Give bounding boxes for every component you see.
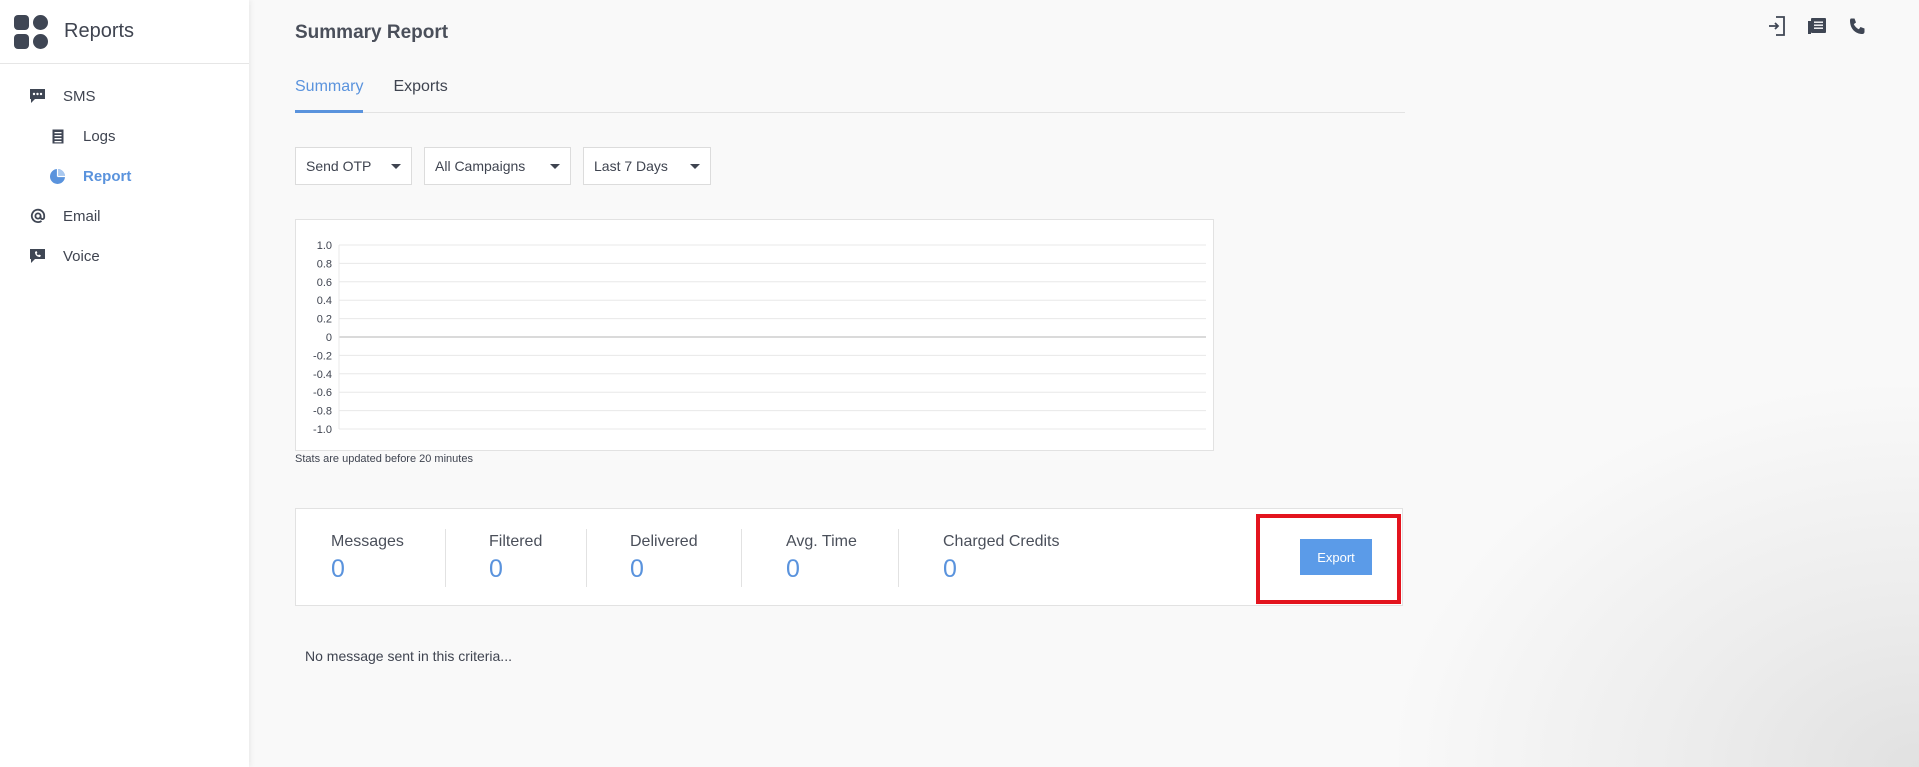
stat-delivered: Delivered 0 [630, 533, 698, 583]
chart-y-tick-label: 1.0 [317, 240, 332, 252]
tab-summary[interactable]: Summary [295, 70, 364, 113]
notes-icon[interactable] [1807, 16, 1827, 36]
sidebar-item-label: Report [83, 167, 132, 185]
campaign-select-value: All Campaigns [435, 158, 526, 174]
chart-y-tick-label: 0.2 [317, 314, 332, 326]
chart-note: Stats are updated before 20 minutes [295, 453, 473, 465]
stat-value: 0 [331, 555, 345, 583]
chart-y-tick-label: 0 [326, 332, 332, 344]
stat-label: Charged Credits [943, 533, 1060, 550]
stat-divider [898, 529, 899, 587]
pie-chart-icon [49, 168, 66, 185]
stat-charged-credits: Charged Credits 0 [943, 533, 1060, 583]
sidebar-item-label: Voice [63, 247, 100, 265]
chart-container: 1.0 0.8 0.6 0.4 0.2 0 -0.2 -0.4 -0.6 -0.8 -1.0 [295, 219, 1214, 451]
summary-chart: 1.0 0.8 0.6 0.4 0.2 0 -0.2 -0.4 -0.6 -0.8 -1.0 [313, 240, 1206, 436]
stat-divider [741, 529, 742, 587]
caret-down-icon [391, 163, 401, 169]
background-glow [1399, 387, 1919, 767]
sidebar-item-report[interactable]: Report [0, 156, 249, 196]
sidebar: Reports SMS Logs Report Email Voice [0, 0, 249, 767]
empty-state-message: No message sent in this criteria... [305, 648, 512, 664]
caret-down-icon [550, 163, 560, 169]
phone-icon[interactable] [1847, 16, 1867, 36]
app-title: Reports [64, 20, 135, 42]
chart-y-tick-label: -0.8 [313, 406, 332, 418]
type-select-value: Send OTP [306, 158, 372, 174]
chart-y-tick-label: 0.8 [317, 258, 332, 270]
sidebar-item-label: Logs [83, 127, 116, 145]
chart-y-tick-label: -0.4 [313, 369, 332, 381]
sidebar-item-label: Email [63, 207, 101, 225]
filter-bar: Send OTP All Campaigns Last 7 Days [295, 147, 711, 185]
chart-y-tick-label: -0.6 [313, 387, 332, 399]
stat-value: 0 [786, 555, 800, 583]
stat-label: Delivered [630, 533, 698, 550]
chart-y-tick-label: -1.0 [313, 424, 332, 436]
stat-value: 0 [943, 555, 957, 583]
stat-divider [445, 529, 446, 587]
sidebar-item-label: SMS [63, 87, 96, 105]
caret-down-icon [690, 163, 700, 169]
stat-label: Filtered [489, 533, 543, 550]
stat-value: 0 [489, 555, 503, 583]
period-select-value: Last 7 Days [594, 158, 668, 174]
page-title: Summary Report [295, 22, 449, 43]
brand-header: Reports [0, 0, 249, 64]
stat-divider [586, 529, 587, 587]
sidebar-item-voice[interactable]: Voice [0, 236, 249, 276]
stat-avg-time: Avg. Time 0 [786, 533, 857, 583]
sidebar-item-logs[interactable]: Logs [0, 116, 249, 156]
chart-y-tick-label: -0.2 [313, 350, 332, 362]
message-bubble-icon [29, 88, 46, 105]
at-sign-icon [29, 208, 46, 225]
stats-panel: Messages 0 Filtered 0 Delivered 0 Avg. T… [295, 508, 1403, 606]
sidebar-item-email[interactable]: Email [0, 196, 249, 236]
stat-label: Messages [331, 533, 404, 550]
tab-exports[interactable]: Exports [393, 70, 447, 113]
tab-bar: Summary Exports [295, 70, 1405, 113]
sidebar-nav: SMS Logs Report Email Voice [0, 64, 249, 276]
campaign-select[interactable]: All Campaigns [424, 147, 571, 185]
export-button[interactable]: Export [1300, 539, 1372, 575]
apps-grid-icon[interactable] [14, 14, 48, 49]
stat-label: Avg. Time [786, 533, 857, 550]
stat-messages: Messages 0 [331, 533, 404, 583]
sidebar-item-sms[interactable]: SMS [0, 76, 249, 116]
stat-filtered: Filtered 0 [489, 533, 542, 583]
phone-chat-icon [29, 248, 46, 265]
header-actions [1767, 16, 1867, 36]
stat-value: 0 [630, 555, 644, 583]
period-select[interactable]: Last 7 Days [583, 147, 711, 185]
chart-y-tick-label: 0.6 [317, 277, 332, 289]
chart-y-tick-label: 0.4 [317, 295, 332, 307]
logout-icon[interactable] [1767, 16, 1787, 36]
list-document-icon [49, 128, 66, 145]
type-select[interactable]: Send OTP [295, 147, 412, 185]
